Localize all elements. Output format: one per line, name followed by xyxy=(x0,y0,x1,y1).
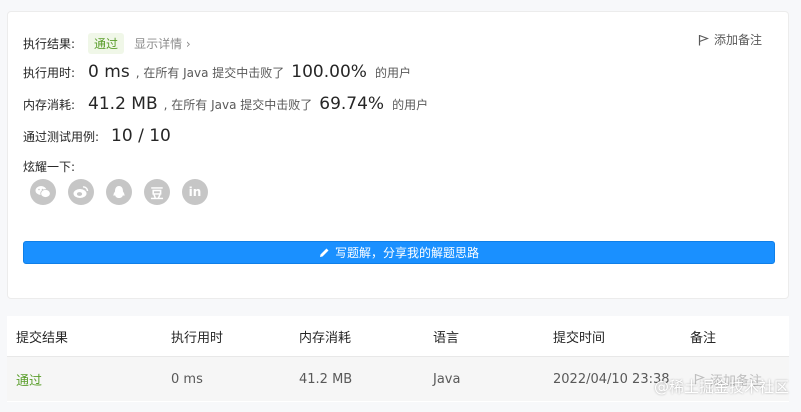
tests-label: 通过测试用例: xyxy=(23,130,100,144)
result-row: 执行结果: 通过 显示详情 › xyxy=(23,33,191,54)
row-memory: 41.2 MB xyxy=(299,371,353,387)
header-memory: 内存消耗 xyxy=(299,330,352,346)
runtime-row: 执行用时: 0 ms , 在所有 Java 提交中击败了 100.00% 的用户 xyxy=(23,62,411,82)
header-result: 提交结果 xyxy=(16,330,69,346)
header-language: 语言 xyxy=(433,330,460,346)
add-note-button[interactable]: 添加备注 xyxy=(698,31,762,48)
write-solution-button[interactable]: 写题解，分享我的解题思路 xyxy=(23,241,775,264)
table-header: 提交结果 执行用时 内存消耗 语言 提交时间 备注 xyxy=(7,316,789,357)
show-details-link[interactable]: 显示详情 › xyxy=(134,35,191,52)
add-note-label: 添加备注 xyxy=(713,33,762,47)
weibo-icon xyxy=(73,186,89,198)
linkedin-icon: in xyxy=(188,185,202,199)
header-note: 备注 xyxy=(690,330,717,346)
share-label: 炫耀一下: xyxy=(23,160,76,174)
douban-share-button[interactable]: 豆 xyxy=(144,179,170,205)
memory-percent: 69.74% xyxy=(319,94,385,114)
row-language: Java xyxy=(433,371,461,387)
wechat-icon xyxy=(35,186,51,198)
weibo-share-button[interactable] xyxy=(68,179,94,205)
header-time: 提交时间 xyxy=(553,330,606,346)
linkedin-share-button[interactable]: in xyxy=(182,179,208,205)
tests-value: 10 / 10 xyxy=(111,126,171,146)
runtime-suffix: 的用户 xyxy=(374,66,411,80)
share-icons: 豆 in xyxy=(30,179,208,205)
result-card: 执行结果: 通过 显示详情 › 添加备注 执行用时: 0 ms , 在所有 Ja… xyxy=(7,11,789,299)
runtime-percent: 100.00% xyxy=(291,62,367,82)
runtime-label: 执行用时: xyxy=(23,66,76,80)
watermark: @稀土掘金技术社区 xyxy=(653,378,789,396)
qq-icon xyxy=(113,185,125,198)
memory-suffix: 的用户 xyxy=(392,98,429,112)
write-solution-label: 写题解，分享我的解题思路 xyxy=(334,246,479,260)
status-badge: 通过 xyxy=(88,33,125,54)
row-status-link[interactable]: 通过 xyxy=(16,357,42,401)
qq-share-button[interactable] xyxy=(106,179,132,205)
pencil-icon xyxy=(319,248,329,257)
header-runtime: 执行用时 xyxy=(171,330,224,346)
row-time: 2022/04/10 23:38 xyxy=(553,371,670,387)
row-runtime: 0 ms xyxy=(171,371,203,387)
tests-row: 通过测试用例: 10 / 10 xyxy=(23,126,171,146)
douban-icon: 豆 xyxy=(150,186,164,202)
chevron-right-icon: › xyxy=(185,37,191,51)
share-label-row: 炫耀一下: xyxy=(23,158,75,175)
memory-row: 内存消耗: 41.2 MB , 在所有 Java 提交中击败了 69.74% 的… xyxy=(23,94,428,114)
memory-value: 41.2 MB xyxy=(88,94,158,114)
memory-beat-text: , 在所有 Java 提交中击败了 xyxy=(163,98,313,112)
memory-label: 内存消耗: xyxy=(23,98,76,112)
show-details-label: 显示详情 xyxy=(134,37,183,51)
runtime-value: 0 ms xyxy=(88,62,130,82)
runtime-beat-text: , 在所有 Java 提交中击败了 xyxy=(135,66,285,80)
wechat-share-button[interactable] xyxy=(30,179,56,205)
result-label: 执行结果: xyxy=(23,37,76,51)
flag-icon xyxy=(698,34,709,45)
